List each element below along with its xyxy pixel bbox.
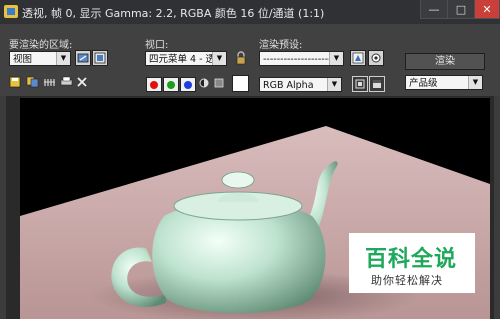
chevron-down-icon: ▼ <box>56 52 70 65</box>
green-dot-icon <box>167 80 175 89</box>
app-icon <box>4 5 18 18</box>
channel-display-dropdown[interactable]: RGB Alpha ▼ <box>259 77 342 92</box>
blue-dot-icon <box>184 80 192 89</box>
print-image-icon[interactable] <box>60 76 73 91</box>
teapot-knob <box>221 171 255 189</box>
render-preset-label: 渲染预设: <box>259 40 303 51</box>
window-title: 透视, 帧 0, 显示 Gamma: 2.2, RGBA 颜色 16 位/通道 … <box>22 7 325 20</box>
environment-icon[interactable] <box>368 50 384 66</box>
viewport-dropdown[interactable]: 四元菜单 4 - 透视 ▼ <box>145 51 227 66</box>
frame-window-toolbar <box>0 72 500 94</box>
chevron-down-icon: ▼ <box>327 78 341 91</box>
alpha-channel-icon[interactable] <box>199 77 209 92</box>
edit-region-icon[interactable] <box>75 50 91 66</box>
render-setup-icon[interactable] <box>350 50 366 66</box>
title-bar: 透视, 帧 0, 显示 Gamma: 2.2, RGBA 颜色 16 位/通道 … <box>0 0 500 24</box>
watermark-title: 百科全说 <box>365 247 458 272</box>
watermark-logo: 百科全说 助你轻松解决 <box>349 233 475 293</box>
blue-channel-toggle[interactable] <box>180 77 196 92</box>
close-button[interactable]: ✕ <box>474 0 500 19</box>
red-dot-icon <box>150 80 158 89</box>
clear-icon[interactable] <box>76 76 88 91</box>
channel-display-value: RGB Alpha <box>263 80 314 91</box>
area-to-render-dropdown[interactable]: 视图 ▼ <box>9 51 71 66</box>
clone-frame-window-icon[interactable] <box>43 76 56 91</box>
toggle-ui-icon[interactable] <box>369 76 385 92</box>
render-button[interactable]: 渲染 <box>405 53 485 70</box>
toggle-ui-overlay-icon[interactable] <box>352 76 368 92</box>
lock-icon[interactable] <box>235 51 247 68</box>
auto-region-icon[interactable] <box>92 50 108 66</box>
area-to-render-label: 要渲染的区域: <box>9 40 73 51</box>
green-channel-toggle[interactable] <box>163 77 179 92</box>
red-channel-toggle[interactable] <box>146 77 162 92</box>
copy-image-icon[interactable] <box>26 76 39 91</box>
watermark-subtitle: 助你轻松解决 <box>371 274 443 287</box>
save-image-icon[interactable] <box>9 76 21 91</box>
area-to-render-value: 视图 <box>13 54 33 65</box>
monochrome-icon[interactable] <box>214 77 224 92</box>
viewport-label: 视口: <box>145 40 169 51</box>
chevron-down-icon: ▼ <box>212 52 226 65</box>
minimize-button[interactable]: — <box>420 0 448 19</box>
render-preset-dropdown[interactable]: ------------------------ ▼ <box>259 51 344 66</box>
color-swatch[interactable] <box>232 75 249 92</box>
maximize-button[interactable]: □ <box>447 0 475 19</box>
chevron-down-icon: ▼ <box>329 52 343 65</box>
